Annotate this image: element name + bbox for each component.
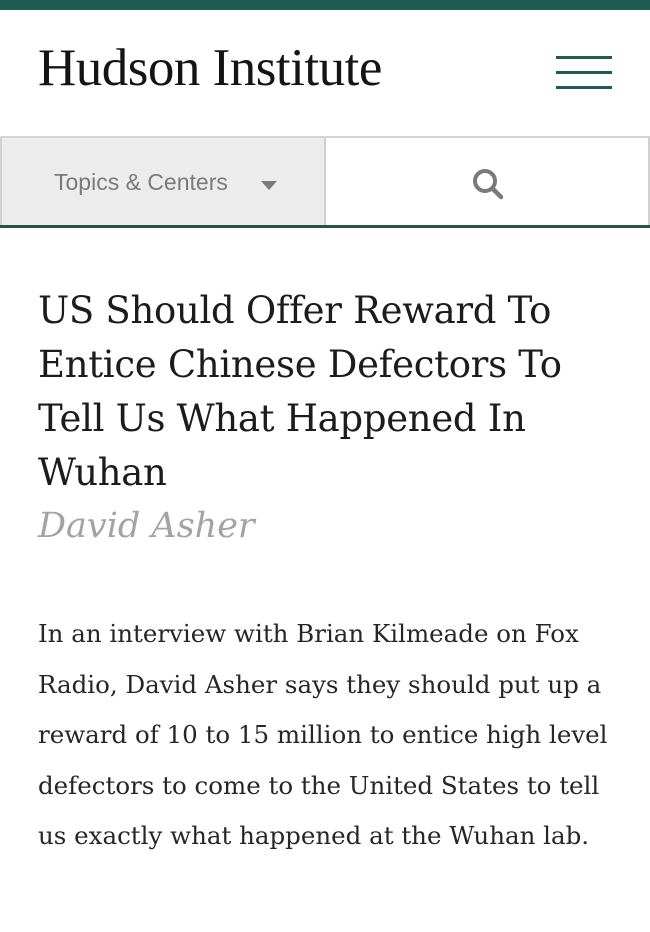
- article-summary: In an interview with Brian Kilmeade on F…: [38, 619, 608, 850]
- topics-centers-label: Topics & Centers: [54, 169, 228, 195]
- menu-line: [556, 56, 612, 59]
- menu-line: [556, 86, 612, 89]
- article-author[interactable]: David Asher: [38, 500, 628, 552]
- hamburger-menu-icon[interactable]: [556, 54, 614, 92]
- menu-line: [556, 71, 612, 74]
- caret-down-icon: [261, 181, 277, 190]
- search-icon: [473, 169, 504, 200]
- site-logo-title[interactable]: Hudson Institute: [38, 38, 382, 98]
- article-title: US Should Offer Reward To Entice Chinese…: [38, 289, 562, 494]
- nav-bar: Topics & Centers: [0, 136, 650, 228]
- site-header: Hudson Institute: [0, 10, 650, 136]
- article-header: US Should Offer Reward To Entice Chinese…: [38, 284, 628, 552]
- top-accent-bar: [0, 0, 650, 10]
- topics-centers-dropdown[interactable]: Topics & Centers: [0, 138, 326, 225]
- search-button[interactable]: [326, 138, 650, 225]
